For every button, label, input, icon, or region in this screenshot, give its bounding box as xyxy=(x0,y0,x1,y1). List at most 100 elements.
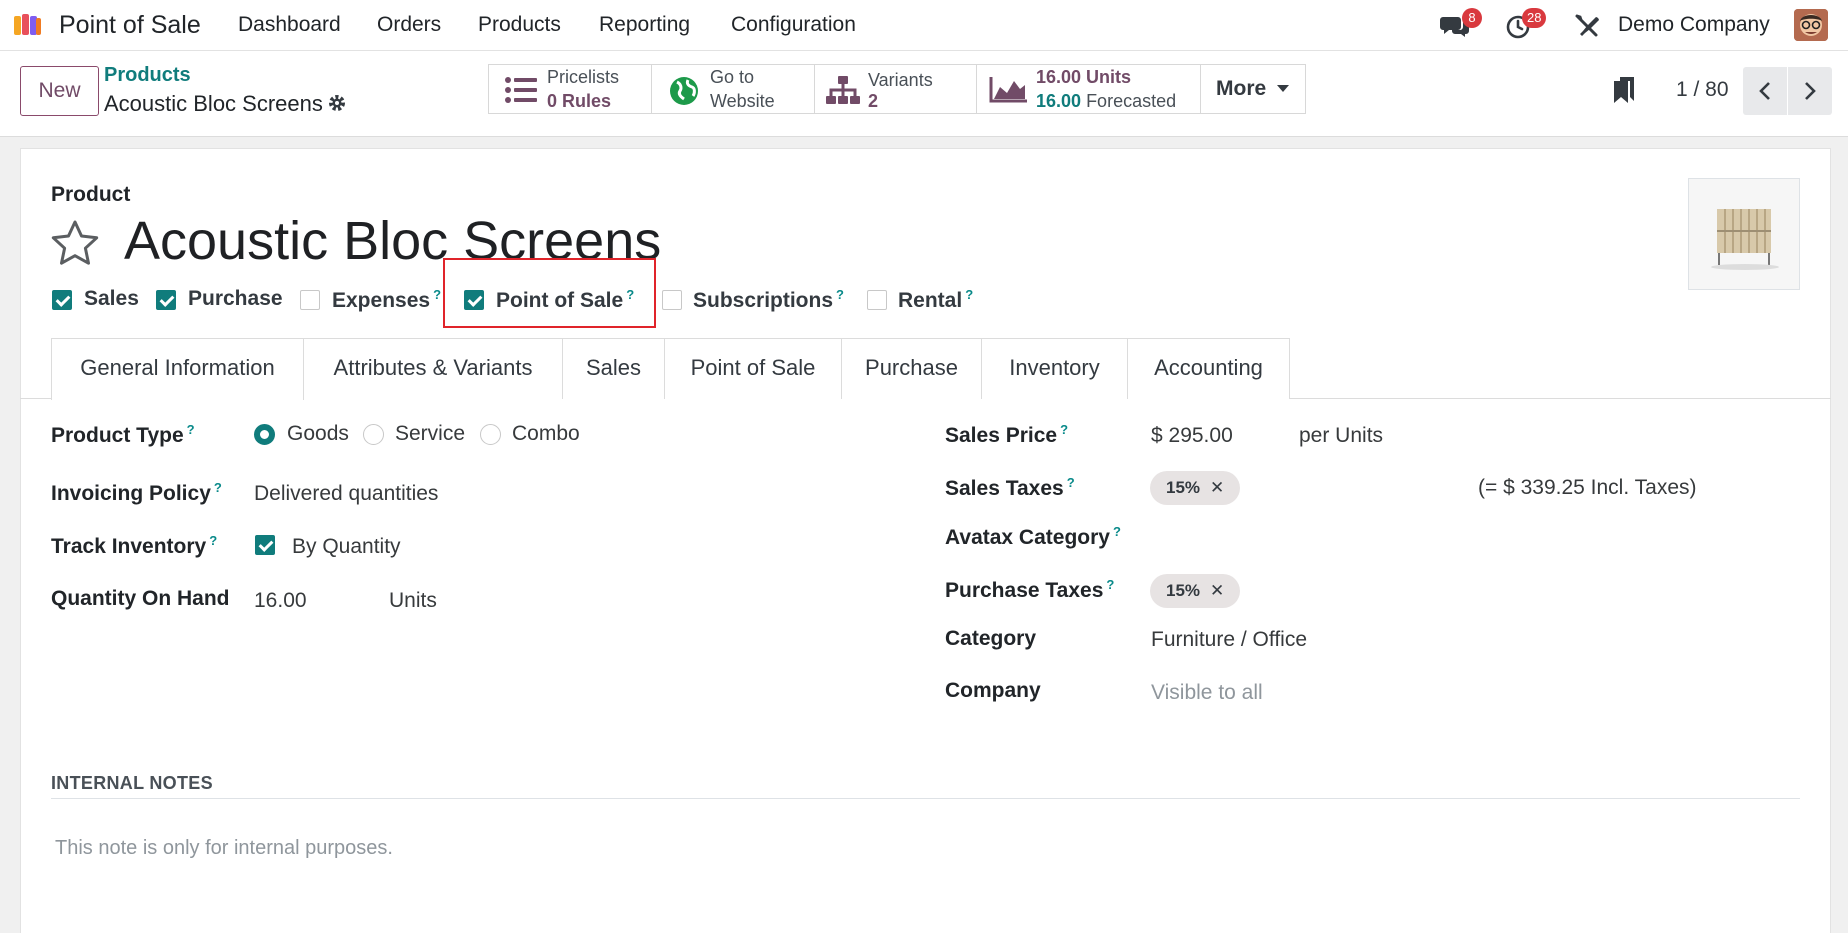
more-dropdown-button[interactable]: More xyxy=(1200,64,1306,114)
tab-sales[interactable]: Sales xyxy=(562,338,665,399)
invoicing-policy-help-icon[interactable]: ? xyxy=(214,480,222,495)
tools-icon[interactable] xyxy=(1574,13,1600,44)
category-select[interactable]: Furniture / Office xyxy=(1151,628,1307,652)
app-logo-icon[interactable] xyxy=(14,13,42,37)
sales-price-unit: per Units xyxy=(1299,424,1384,447)
purchase-taxes-help-icon[interactable]: ? xyxy=(1106,577,1114,592)
goods-radio[interactable] xyxy=(254,424,275,445)
forecasted-value: 16.00 xyxy=(1036,91,1082,111)
menu-reporting[interactable]: Reporting xyxy=(599,13,690,37)
menu-products[interactable]: Products xyxy=(478,13,561,37)
sales-checkbox[interactable] xyxy=(52,290,72,310)
point-of-sale-help-icon[interactable]: ? xyxy=(626,287,634,302)
point-of-sale-checkbox[interactable] xyxy=(464,290,484,310)
new-button[interactable]: New xyxy=(20,66,99,116)
sales-tax-tag-label: 15% xyxy=(1166,478,1201,497)
variants-title: Variants xyxy=(868,70,933,90)
subscriptions-text: Subscriptions xyxy=(693,289,834,312)
user-avatar[interactable] xyxy=(1794,9,1828,41)
pager-previous-button[interactable] xyxy=(1743,67,1787,115)
purchase-tax-tag-label: 15% xyxy=(1166,581,1201,600)
units-on-hand: 16.00 Units xyxy=(1036,67,1132,87)
quantity-on-hand-value[interactable]: 16.00 xyxy=(254,589,307,613)
sales-taxes-help-icon[interactable]: ? xyxy=(1067,475,1075,490)
company-label: Company xyxy=(945,679,1041,702)
service-radio[interactable] xyxy=(363,424,384,445)
track-by-quantity-select[interactable]: By Quantity xyxy=(292,535,401,559)
gear-icon[interactable] xyxy=(327,93,347,118)
breadcrumb-parent[interactable]: Products xyxy=(104,64,191,87)
menu-dashboard[interactable]: Dashboard xyxy=(238,13,341,37)
tab-attributes-variants[interactable]: Attributes & Variants xyxy=(303,338,563,399)
company-switcher[interactable]: Demo Company xyxy=(1618,13,1770,37)
menu-configuration[interactable]: Configuration xyxy=(731,13,856,37)
subscriptions-option-label: Subscriptions? xyxy=(693,287,844,313)
subscriptions-checkbox[interactable] xyxy=(662,290,682,310)
app-name[interactable]: Point of Sale xyxy=(59,11,201,40)
avatax-category-text: Avatax Category xyxy=(945,526,1110,549)
invoicing-policy-text: Invoicing Policy xyxy=(51,482,211,505)
chevron-right-icon xyxy=(1805,82,1816,100)
sales-price-text: Sales Price xyxy=(945,424,1058,447)
bookmark-icon[interactable] xyxy=(1614,77,1636,108)
pager-next-button[interactable] xyxy=(1788,67,1832,115)
menu-orders[interactable]: Orders xyxy=(377,13,441,37)
sales-price-help-icon[interactable]: ? xyxy=(1060,422,1068,437)
forecasted-units: 16.00 Forecasted xyxy=(1036,90,1176,113)
company-select[interactable]: Visible to all xyxy=(1151,681,1263,705)
remove-sales-tax-icon[interactable]: ✕ xyxy=(1210,478,1224,497)
product-image[interactable] xyxy=(1688,178,1800,290)
tab-point-of-sale[interactable]: Point of Sale xyxy=(664,338,842,399)
internal-notes-heading: INTERNAL NOTES xyxy=(51,773,213,793)
rental-help-icon[interactable]: ? xyxy=(965,287,973,302)
invoicing-policy-select[interactable]: Delivered quantities xyxy=(254,482,438,506)
internal-notes-editor[interactable]: This note is only for internal purposes. xyxy=(55,837,393,860)
tab-general-information[interactable]: General Information xyxy=(51,338,304,400)
purchase-tax-tag[interactable]: 15% ✕ xyxy=(1150,574,1241,608)
product-type-help-icon[interactable]: ? xyxy=(187,422,195,437)
activities-badge: 28 xyxy=(1522,8,1547,28)
favorite-star-icon[interactable] xyxy=(50,219,100,272)
area-chart-icon xyxy=(989,77,1027,108)
pricelists-smart-button[interactable]: Pricelists 0 Rules xyxy=(488,64,652,114)
sales-taxes-text: Sales Taxes xyxy=(945,477,1064,500)
subscriptions-help-icon[interactable]: ? xyxy=(836,287,844,302)
variants-smart-button[interactable]: Variants 2 xyxy=(814,64,977,114)
expenses-checkbox[interactable] xyxy=(300,290,320,310)
globe-icon xyxy=(669,76,699,111)
service-radio-label: Service xyxy=(395,422,466,445)
go-to-website-smart-button[interactable]: Go to Website xyxy=(651,64,815,114)
sales-price-input[interactable]: $ 295.00 xyxy=(1151,424,1233,448)
point-of-sale-text: Point of Sale xyxy=(496,289,624,312)
sitemap-icon xyxy=(826,76,860,109)
tab-inventory[interactable]: Inventory xyxy=(981,338,1128,399)
avatax-category-input[interactable] xyxy=(1150,522,1510,552)
avatax-category-label: Avatax Category? xyxy=(945,524,1121,550)
sales-price-label: Sales Price? xyxy=(945,422,1068,448)
track-inventory-help-icon[interactable]: ? xyxy=(209,533,217,548)
goods-radio-label: Goods xyxy=(287,422,349,445)
purchase-checkbox[interactable] xyxy=(156,290,176,310)
combo-radio[interactable] xyxy=(480,424,501,445)
tab-purchase[interactable]: Purchase xyxy=(841,338,982,399)
point-of-sale-option-label: Point of Sale? xyxy=(496,287,634,313)
expenses-help-icon[interactable]: ? xyxy=(433,287,441,302)
expenses-text: Expenses xyxy=(332,289,431,312)
avatax-category-help-icon[interactable]: ? xyxy=(1113,524,1121,539)
messages-badge: 8 xyxy=(1462,8,1482,28)
pager-value[interactable]: 1 / 80 xyxy=(1676,78,1729,102)
remove-purchase-tax-icon[interactable]: ✕ xyxy=(1210,581,1224,600)
rental-checkbox[interactable] xyxy=(867,290,887,310)
website-line1: Go to xyxy=(710,67,755,87)
tab-accounting[interactable]: Accounting xyxy=(1127,338,1290,399)
breadcrumb-current: Acoustic Bloc Screens xyxy=(104,91,323,116)
purchase-taxes-text: Purchase Taxes xyxy=(945,579,1104,602)
track-inventory-label: Track Inventory? xyxy=(51,533,217,559)
caret-down-icon xyxy=(1277,85,1289,92)
invoicing-policy-label: Invoicing Policy? xyxy=(51,480,222,506)
chevron-left-icon xyxy=(1759,82,1770,100)
sales-price-incl-taxes: (= $ 339.25 Incl. Taxes) xyxy=(1478,476,1697,499)
track-inventory-checkbox[interactable] xyxy=(255,535,275,555)
forecast-smart-button[interactable]: 16.00 Units 16.00 Forecasted xyxy=(976,64,1201,114)
sales-tax-tag[interactable]: 15% ✕ xyxy=(1150,471,1241,505)
